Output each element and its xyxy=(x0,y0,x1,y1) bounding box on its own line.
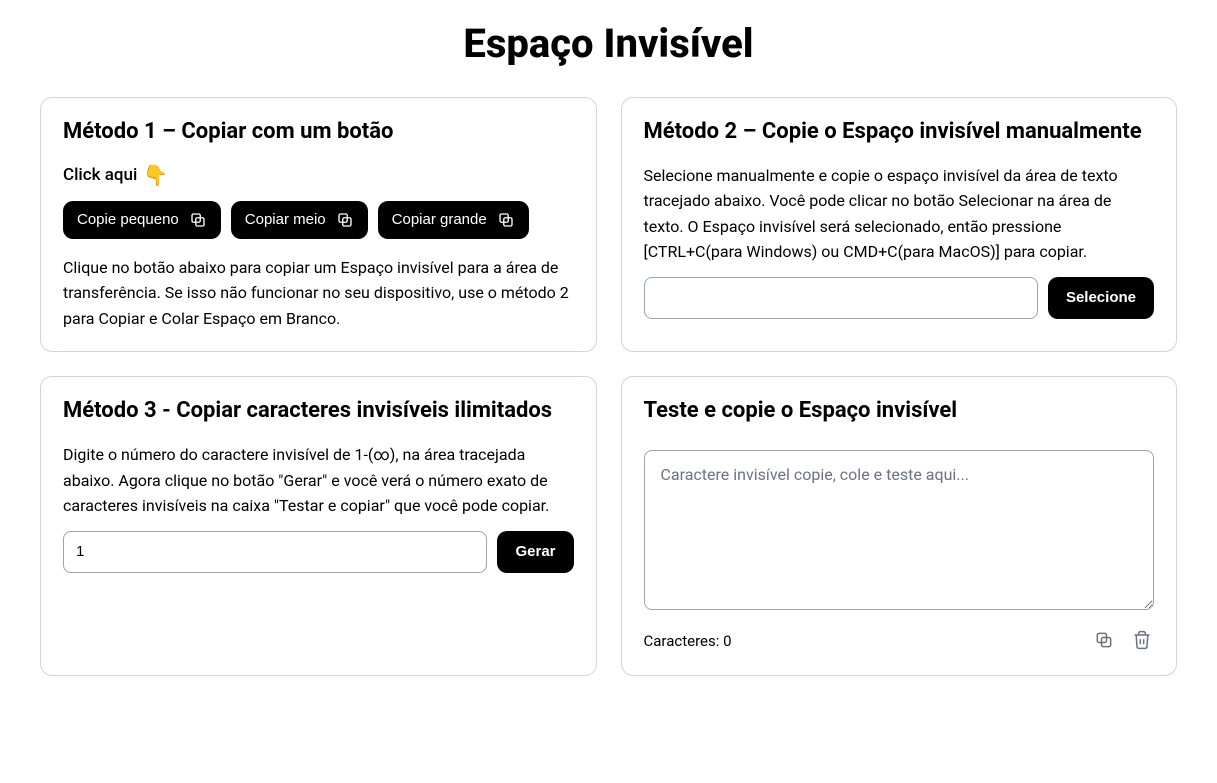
method2-description: Selecione manualmente e copie o espaço i… xyxy=(644,163,1155,265)
card-method2: Método 2 – Copie o Espaço invisível manu… xyxy=(621,97,1178,352)
copy-large-button[interactable]: Copiar grande xyxy=(378,201,529,239)
card-method1: Método 1 – Copiar com um botão Click aqu… xyxy=(40,97,597,352)
trash-icon xyxy=(1132,630,1152,650)
cards-grid: Método 1 – Copiar com um botão Click aqu… xyxy=(40,97,1177,676)
page-title: Espaço Invisível xyxy=(40,20,1177,67)
copy-small-label: Copie pequeno xyxy=(77,211,179,228)
method2-input-row: Selecione xyxy=(644,277,1155,319)
count-input[interactable] xyxy=(63,531,487,573)
copy-icon xyxy=(1094,630,1114,650)
pointer-down-icon: 👇 xyxy=(143,163,168,187)
generate-button[interactable]: Gerar xyxy=(497,531,573,573)
test-action-icons xyxy=(1092,628,1154,655)
copy-large-label: Copiar grande xyxy=(392,211,487,228)
delete-button[interactable] xyxy=(1130,628,1154,655)
click-here-text: Click aqui xyxy=(63,165,137,185)
method1-title: Método 1 – Copiar com um botão xyxy=(63,118,574,147)
copy-result-button[interactable] xyxy=(1092,628,1116,655)
card-test: Teste e copie o Espaço invisível Caracte… xyxy=(621,376,1178,676)
copy-icon xyxy=(189,211,207,229)
test-textarea[interactable] xyxy=(644,450,1155,610)
select-button[interactable]: Selecione xyxy=(1048,277,1154,319)
method1-description: Clique no botão abaixo para copiar um Es… xyxy=(63,255,574,332)
copy-small-button[interactable]: Copie pequeno xyxy=(63,201,221,239)
copy-medium-button[interactable]: Copiar meio xyxy=(231,201,368,239)
copy-medium-label: Copiar meio xyxy=(245,211,326,228)
method3-description: Digite o número do caractere invisível d… xyxy=(63,442,574,519)
copy-icon xyxy=(497,211,515,229)
method2-title: Método 2 – Copie o Espaço invisível manu… xyxy=(644,118,1155,147)
card-method3: Método 3 - Copiar caracteres invisíveis … xyxy=(40,376,597,676)
copy-icon xyxy=(336,211,354,229)
method3-input-row: Gerar xyxy=(63,531,574,573)
test-title: Teste e copie o Espaço invisível xyxy=(644,397,1155,426)
click-here-label: Click aqui 👇 xyxy=(63,163,574,187)
method3-title: Método 3 - Copiar caracteres invisíveis … xyxy=(63,397,574,426)
copy-buttons-row: Copie pequeno Copiar meio Copiar grande xyxy=(63,201,574,239)
test-footer: Caracteres: 0 xyxy=(644,628,1155,655)
invisible-space-input[interactable] xyxy=(644,277,1038,319)
char-count: Caracteres: 0 xyxy=(644,632,732,650)
